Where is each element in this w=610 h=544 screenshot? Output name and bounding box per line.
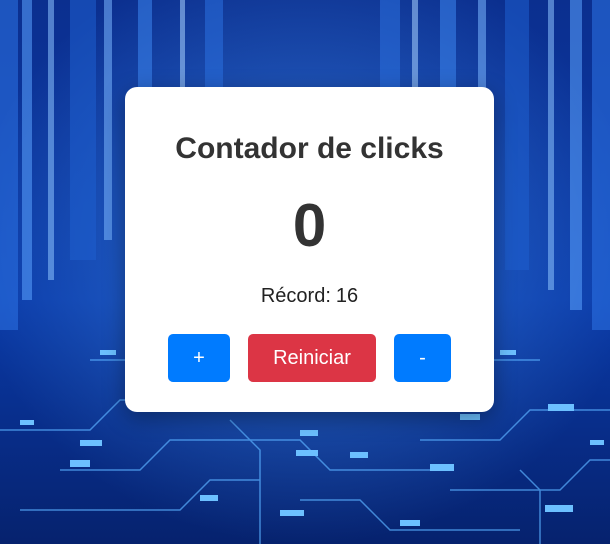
record-label: Récord: xyxy=(260,285,331,307)
decrement-button[interactable]: - xyxy=(394,334,451,382)
reset-button[interactable]: Reiniciar xyxy=(248,334,376,382)
counter-title: Contador de clicks xyxy=(175,132,444,165)
record-value: 16 xyxy=(335,285,359,307)
counter-value: 0 xyxy=(292,192,327,259)
increment-button[interactable]: + xyxy=(168,334,230,382)
record-line: Récord: 16 xyxy=(125,284,494,308)
counter-card: Contador de clicks 0 Récord: 16 + Reinici… xyxy=(125,87,494,412)
